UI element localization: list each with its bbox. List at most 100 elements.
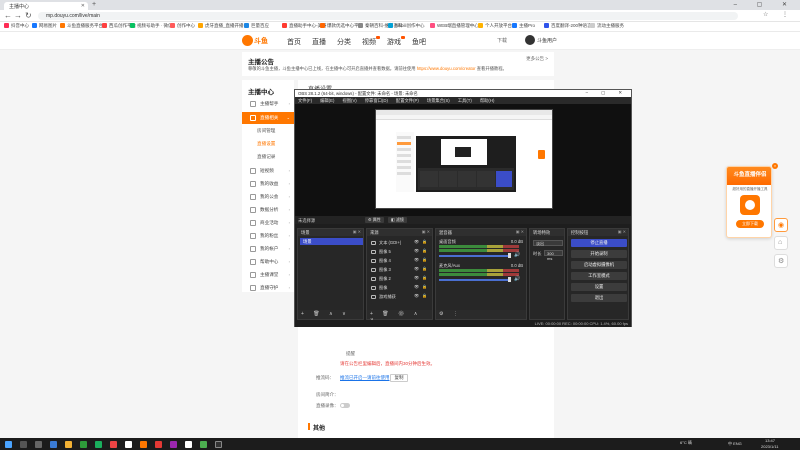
bookmark-item[interactable]: 个人开放平台 [478, 23, 512, 29]
obs-icon[interactable] [215, 441, 222, 448]
stream-link[interactable]: 推流已开启—请前往使用 [340, 375, 390, 381]
visibility-lock-icon[interactable]: 👁🔒 [414, 266, 430, 271]
app-icon[interactable] [125, 441, 132, 448]
announcement-link[interactable]: https://www.douyu.com/creator [417, 66, 476, 71]
obs-preview[interactable] [295, 104, 631, 216]
app-icon[interactable] [155, 441, 162, 448]
bookmark-item[interactable]: WEB端直播管理中心 [430, 23, 479, 29]
forward-icon[interactable]: → [14, 11, 22, 20]
sidebar-sub-room[interactable]: 房间管理 [242, 125, 294, 137]
sidebar-item[interactable]: 我的收益 › [242, 178, 294, 190]
download-link[interactable]: 下载 [497, 37, 507, 44]
new-tab-button[interactable]: + [92, 1, 96, 8]
reload-icon[interactable]: ↻ [25, 11, 32, 20]
control-button[interactable]: 退出 [571, 294, 627, 302]
browser-tab[interactable]: 主播中心 ✕ [4, 2, 88, 10]
task-view-icon[interactable] [35, 441, 42, 448]
douyu-icon[interactable] [140, 441, 147, 448]
nav-game[interactable]: 游戏 [387, 36, 405, 47]
avatar[interactable] [525, 35, 535, 45]
settings-fab[interactable]: ⚙ [774, 254, 788, 268]
weather-widget[interactable]: 6°C 晴 [680, 440, 692, 446]
mixer-footer[interactable]: ⚙ ⋮ [436, 310, 526, 319]
sidebar-item-live[interactable]: 直播相关 ⌄ [242, 112, 294, 124]
source-item[interactable]: 游戏捕获 👁🔒 [369, 293, 432, 300]
volume-slider-knob[interactable] [508, 253, 511, 258]
obs-menu-item[interactable]: 视图(V) [342, 98, 356, 103]
volume-slider[interactable] [439, 279, 509, 281]
folder-icon[interactable] [65, 441, 72, 448]
nav-live[interactable]: 直播 [312, 37, 326, 47]
control-button[interactable]: 开始录制 [571, 250, 627, 258]
sidebar-sub-settings[interactable]: 直播设置 [242, 138, 294, 150]
source-item[interactable]: 图像 👁🔒 [369, 284, 432, 291]
visibility-lock-icon[interactable]: 👁🔒 [414, 284, 430, 289]
clock-date[interactable]: 2023/1/11 [761, 444, 779, 449]
nav-fishbar[interactable]: 鱼吧 [412, 37, 426, 47]
bookmark-item[interactable]: 虎牙直播_直播开播 [198, 23, 244, 29]
visibility-lock-icon[interactable]: 👁🔒 [414, 248, 430, 253]
sidebar-item[interactable]: 直播守护 › [242, 282, 294, 294]
bookmark-item[interactable]: 主播Pro [512, 23, 535, 29]
bookmark-item[interactable]: 流动主播服务 [590, 23, 624, 29]
volume-slider-knob[interactable] [508, 277, 511, 282]
visibility-lock-icon[interactable]: 👁🔒 [414, 293, 430, 298]
app-icon[interactable] [185, 441, 192, 448]
obs-menu-item[interactable]: 帮助(H) [480, 98, 495, 103]
sources-footer[interactable]: + 🗑 ⚙ ∧ ∨ [367, 310, 432, 323]
sidebar-item[interactable]: 我的公会 › [242, 191, 294, 203]
obs-menu-item[interactable]: 工具(T) [458, 98, 472, 103]
filters-button[interactable]: ◧ 滤镜 [388, 217, 407, 223]
search-icon[interactable] [20, 441, 27, 448]
control-button[interactable]: 停止直播 [571, 239, 627, 247]
sidebar-sub-records[interactable]: 直播记录 [242, 151, 294, 163]
control-button[interactable]: 启动虚拟摄像机 [571, 261, 627, 269]
obs-menu-item[interactable]: 文件(F) [298, 98, 312, 103]
back-icon[interactable]: ← [4, 11, 12, 20]
sidebar-item[interactable]: 数据分析 › [242, 204, 294, 216]
nav-home[interactable]: 首页 [287, 37, 301, 47]
nav-category[interactable]: 分类 [337, 37, 351, 47]
scenes-footer[interactable]: + 🗑 ∧ ∨ [298, 310, 363, 319]
bookmark-item[interactable]: Bilibili创作中心 [388, 23, 425, 29]
bookmark-item[interactable]: 百度翻译-200种语言 [544, 23, 592, 29]
source-item[interactable]: 文本 (GDI+) 👁🔒 [369, 239, 432, 246]
obs-menu-item[interactable]: 配置文件(P) [396, 98, 419, 103]
bookmark-item[interactable]: 斗鱼直播服务平台 [60, 23, 103, 29]
sidebar-item[interactable]: 商业活动 › [242, 217, 294, 229]
bookmark-item[interactable]: 创作中心 [170, 23, 195, 29]
app-icon[interactable] [170, 441, 177, 448]
sidebar-item-helper[interactable]: 主播帮手 › [242, 98, 294, 110]
control-button[interactable]: 工作室模式 [571, 272, 627, 280]
site-logo[interactable]: 斗鱼 [242, 35, 272, 47]
source-item[interactable]: 图像 4 👁🔒 [369, 257, 432, 264]
transition-select[interactable]: 淡出 [533, 240, 563, 246]
record-toggle[interactable] [340, 403, 350, 408]
control-button[interactable]: 设置 [571, 283, 627, 291]
source-item[interactable]: 图像 2 👁🔒 [369, 275, 432, 282]
sidebar-item[interactable]: 帮助中心 › [242, 256, 294, 268]
broadcast-fab[interactable]: ◉ [774, 218, 788, 232]
download-button[interactable]: 立即下载 [736, 220, 764, 228]
chrome-icon[interactable] [200, 441, 207, 448]
visibility-lock-icon[interactable]: 👁🔒 [414, 257, 430, 262]
app-icon[interactable] [110, 441, 117, 448]
properties-button[interactable]: ⚙ 属性 [365, 217, 384, 223]
obs-menu-item[interactable]: 停靠窗口(D) [365, 98, 388, 103]
source-item[interactable]: 图像 5 👁🔒 [369, 248, 432, 255]
scene-item[interactable]: 场景 [300, 238, 363, 245]
duration-input[interactable]: 300 ms [544, 250, 563, 261]
close-icon[interactable]: × [772, 163, 778, 169]
sidebar-item[interactable]: 我的粉丝 › [242, 230, 294, 242]
clock-time[interactable]: 13:47 [765, 438, 775, 443]
bookmark-item[interactable]: 抖音中心 [4, 23, 29, 29]
wechat-icon[interactable] [80, 441, 87, 448]
browser-menu-icons[interactable]: ☆ ⋮ [763, 11, 794, 18]
speaker-icon[interactable]: 🔊 [514, 252, 520, 258]
obs-menu-item[interactable]: 场景集合(S) [427, 98, 450, 103]
address-bar[interactable]: mp.douyu.com/live/main [38, 12, 738, 20]
volume-slider[interactable] [439, 255, 509, 257]
companion-promo-card[interactable]: 斗鱼直播伴侣 超好用的直播开播工具 立即下载 [726, 166, 772, 238]
bookmark-item[interactable]: 爆款优选中心平台 [320, 23, 363, 29]
obs-window-controls[interactable]: – ▢ ✕ [586, 90, 628, 96]
